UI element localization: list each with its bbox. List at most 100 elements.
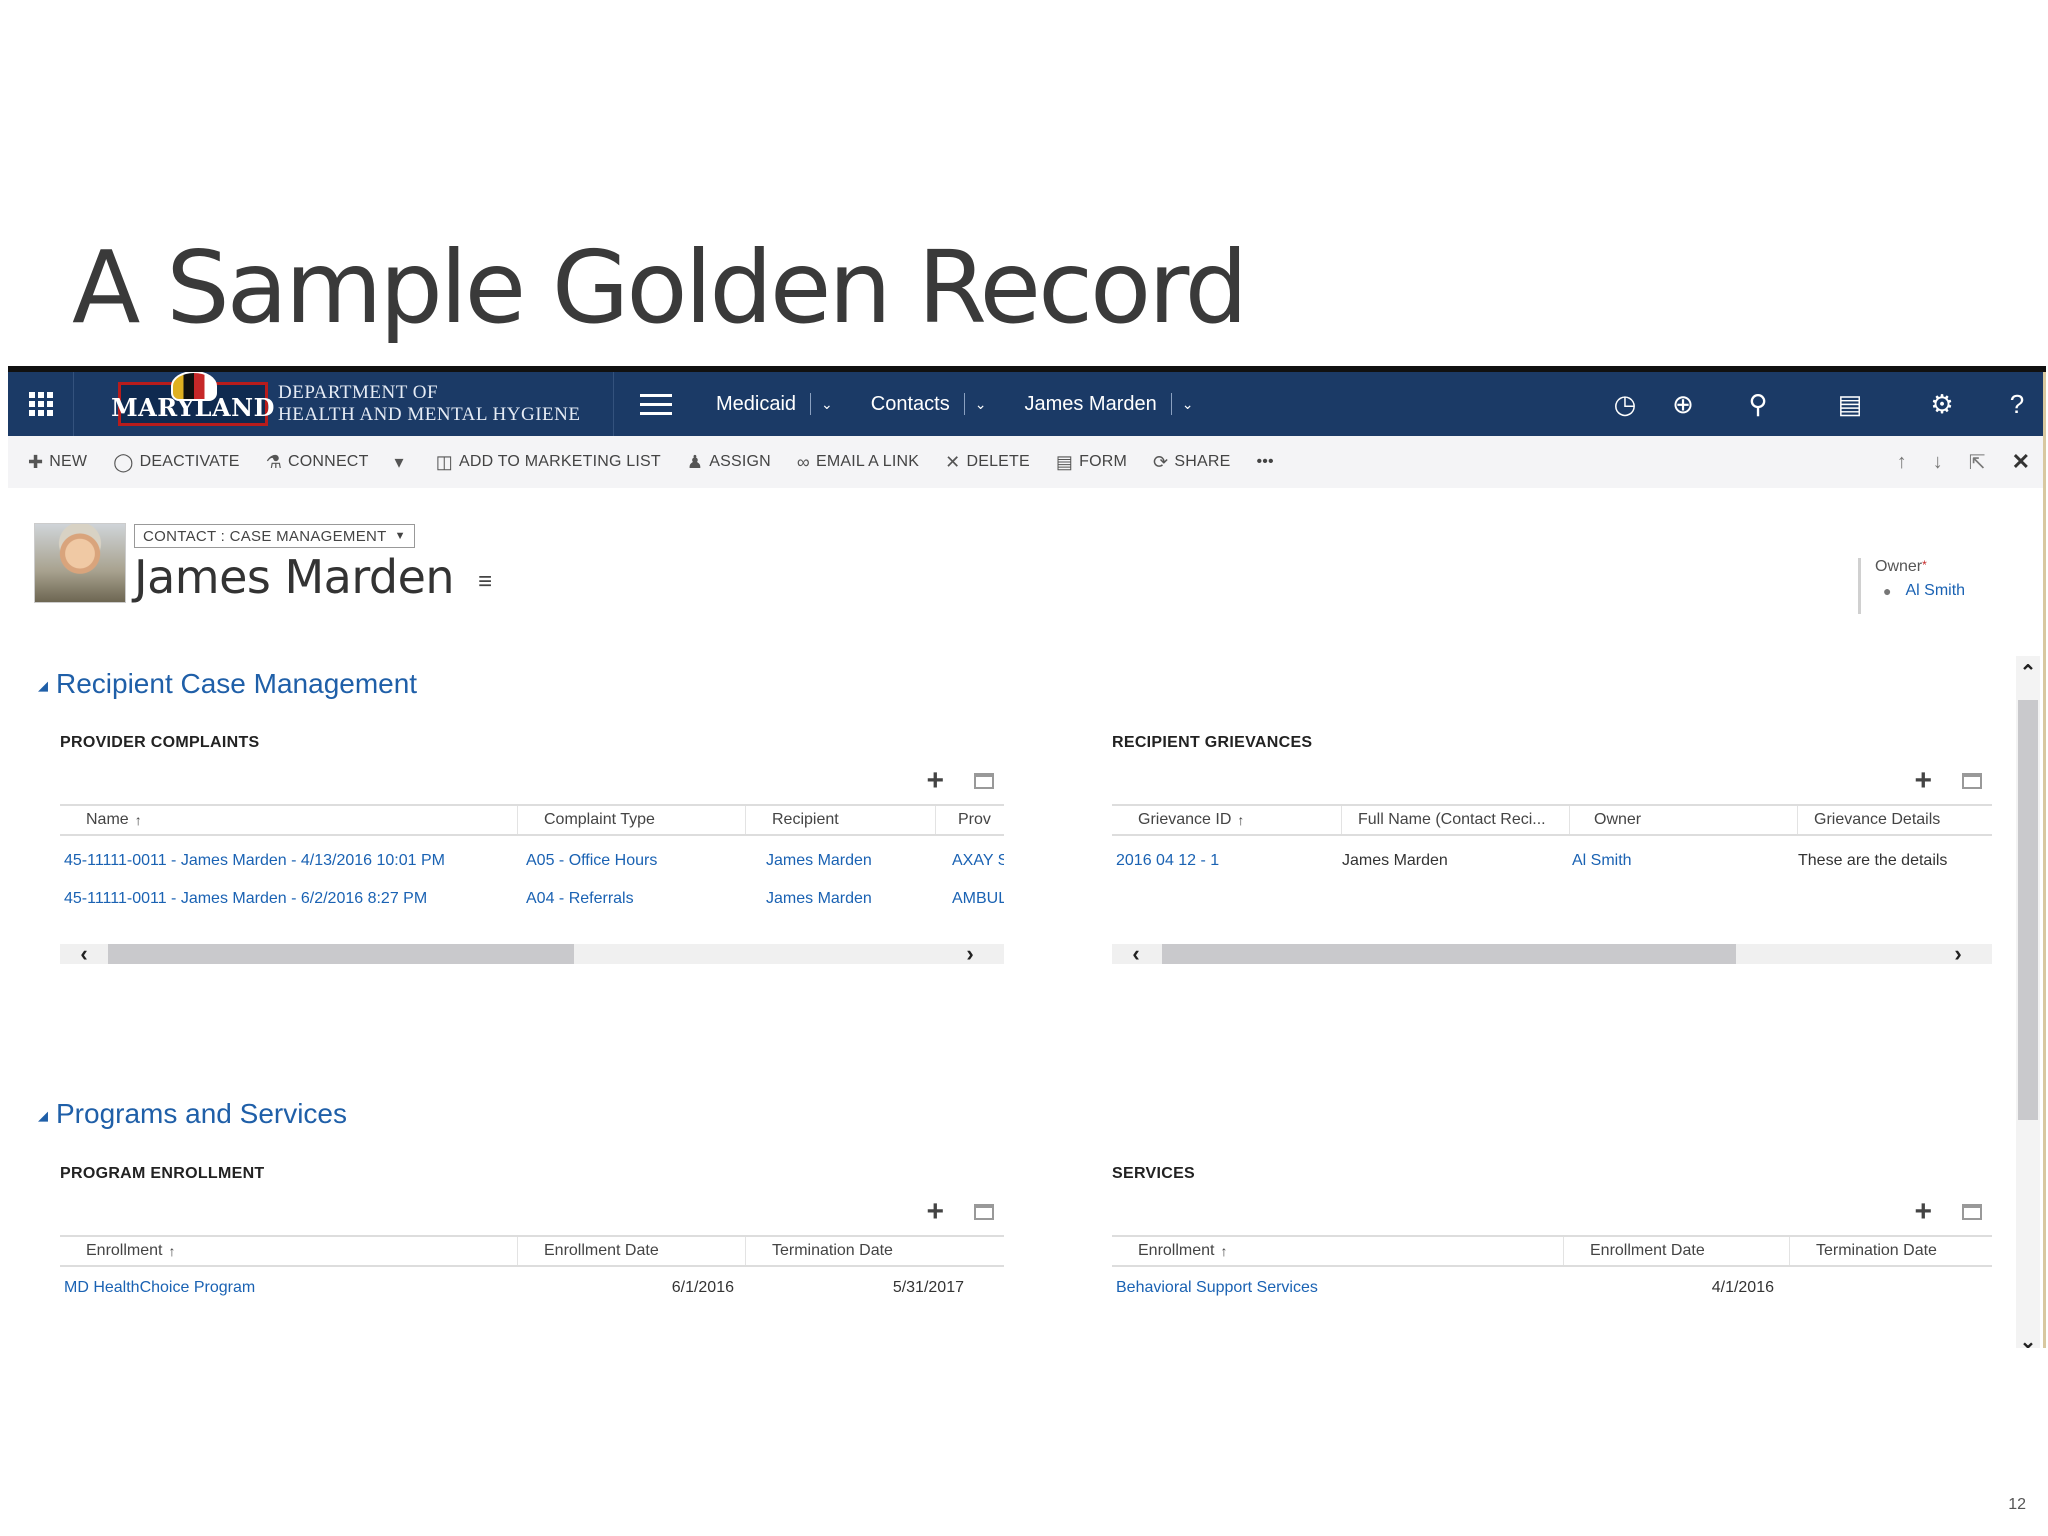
avatar[interactable] xyxy=(34,523,126,603)
sort-ascending-icon: ↑ xyxy=(1237,812,1245,828)
add-record-icon[interactable]: + xyxy=(1914,766,1932,796)
advanced-find-icon[interactable]: ▤ xyxy=(1804,372,1896,436)
view-records-icon[interactable] xyxy=(974,1204,994,1220)
chevron-down-icon[interactable]: ⌄ xyxy=(2016,1329,2040,1348)
chevron-left-icon[interactable]: ‹ xyxy=(1112,943,1160,965)
add-icon[interactable]: ⊕ xyxy=(1654,372,1712,436)
grid-title: PROVIDER COMPLAINTS xyxy=(60,734,260,751)
history-icon[interactable]: ◷ xyxy=(1596,372,1654,436)
chevron-up-icon[interactable]: ⌃ xyxy=(2016,660,2040,685)
horizontal-scrollbar[interactable]: ‹ › xyxy=(60,943,1004,965)
column-provider[interactable]: Prov xyxy=(936,806,1004,834)
search-icon[interactable]: ⚲ xyxy=(1712,372,1804,436)
chevron-down-icon[interactable]: ⌄ xyxy=(821,396,833,413)
add-to-marketing-list-button[interactable]: ◫ ADD TO MARKETING LIST xyxy=(436,452,661,473)
help-icon[interactable]: ? xyxy=(1988,372,2046,436)
app-launcher-button[interactable] xyxy=(8,372,74,436)
assign-button[interactable]: ♟ ASSIGN xyxy=(687,452,771,473)
table-cell-link[interactable]: Al Smith xyxy=(1568,852,1794,870)
more-commands-button[interactable]: ••• xyxy=(1256,453,1273,471)
deactivate-button[interactable]: ◯ DEACTIVATE xyxy=(113,452,239,473)
table-row[interactable]: Behavioral Support Services 4/1/2016 xyxy=(1112,1269,1992,1307)
column-grievance-details[interactable]: Grievance Details xyxy=(1798,806,1992,834)
table-cell-link[interactable]: AMBUL xyxy=(932,890,1004,908)
table-cell-link[interactable]: 45-11111-0011 - James Marden - 6/2/2016 … xyxy=(60,890,514,908)
marketing-list-icon: ◫ xyxy=(435,451,454,472)
column-full-name[interactable]: Full Name (Contact Reci... xyxy=(1342,806,1570,834)
close-icon[interactable]: ✕ xyxy=(2012,449,2030,475)
column-termination-date[interactable]: Termination Date xyxy=(1790,1237,1992,1265)
column-recipient[interactable]: Recipient xyxy=(746,806,936,834)
table-cell-link[interactable]: MD HealthChoice Program xyxy=(60,1279,514,1297)
breadcrumb: Medicaid ⌄ Contacts ⌄ James Marden ⌄ xyxy=(698,372,1207,436)
form-button[interactable]: ▤ FORM xyxy=(1056,452,1127,473)
view-records-icon[interactable] xyxy=(1962,1204,1982,1220)
table-cell-link[interactable]: 2016 04 12 - 1 xyxy=(1112,852,1338,870)
breadcrumb-record[interactable]: James Marden xyxy=(1024,393,1156,416)
breadcrumb-contacts[interactable]: Contacts xyxy=(871,393,950,416)
user-icon: ● xyxy=(1883,583,1892,599)
column-enrollment-date[interactable]: Enrollment Date xyxy=(1564,1237,1790,1265)
record-title: James Marden xyxy=(134,550,455,604)
view-records-icon[interactable] xyxy=(1962,773,1982,789)
section-recipient-case-management[interactable]: ◢ Recipient Case Management xyxy=(38,668,417,700)
connect-dropdown[interactable]: ▾ xyxy=(395,452,410,473)
table-cell-link[interactable]: AXAY S xyxy=(932,852,1004,870)
connect-button[interactable]: ⚗ CONNECT xyxy=(266,452,369,473)
column-name[interactable]: Name ↑ xyxy=(60,806,518,834)
column-enrollment-date[interactable]: Enrollment Date xyxy=(518,1237,746,1265)
table-cell-link[interactable]: James Marden xyxy=(742,890,932,908)
share-button[interactable]: ⟳ SHARE xyxy=(1153,452,1230,473)
column-owner[interactable]: Owner xyxy=(1570,806,1798,834)
table-row[interactable]: 45-11111-0011 - James Marden - 4/13/2016… xyxy=(60,842,1004,880)
table-cell-link[interactable]: A05 - Office Hours xyxy=(514,852,742,870)
chevron-left-icon[interactable]: ‹ xyxy=(60,943,108,965)
table-cell-link[interactable]: 45-11111-0011 - James Marden - 4/13/2016… xyxy=(60,852,514,870)
scrollbar-thumb[interactable] xyxy=(2018,700,2038,1120)
command-bar: ✚ NEW ◯ DEACTIVATE ⚗ CONNECT ▾ ◫ ADD TO MARK… xyxy=(8,436,2046,488)
arrow-up-icon[interactable]: ↑ xyxy=(1897,451,1907,474)
new-button[interactable]: ✚ NEW xyxy=(28,452,87,473)
form-selector[interactable]: CONTACT : CASE MANAGEMENT ▼ xyxy=(134,524,415,548)
view-records-icon[interactable] xyxy=(974,773,994,789)
share-icon: ⟳ xyxy=(1153,451,1169,472)
add-record-icon[interactable]: + xyxy=(1914,1197,1932,1227)
column-complaint-type[interactable]: Complaint Type xyxy=(518,806,746,834)
grid-title: RECIPIENT GRIEVANCES xyxy=(1112,734,1313,751)
table-row[interactable]: MD HealthChoice Program 6/1/2016 5/31/20… xyxy=(60,1269,1004,1307)
horizontal-scrollbar[interactable]: ‹ › xyxy=(1112,943,1992,965)
column-termination-date[interactable]: Termination Date xyxy=(746,1237,976,1265)
table-cell-link[interactable]: A04 - Referrals xyxy=(514,890,742,908)
chevron-right-icon[interactable]: › xyxy=(1934,943,1982,965)
section-programs-and-services[interactable]: ◢ Programs and Services xyxy=(38,1098,347,1130)
provider-complaints-grid: PROVIDER COMPLAINTS + Name ↑ Complaint Ty… xyxy=(60,734,1004,965)
scrollbar-thumb[interactable] xyxy=(1162,944,1736,964)
table-row[interactable]: 2016 04 12 - 1 James Marden Al Smith The… xyxy=(1112,842,1992,880)
grid-actions: + xyxy=(1914,1197,1982,1227)
delete-button[interactable]: ✕ DELETE xyxy=(945,452,1030,473)
agency-logo[interactable]: MARYLAND DEPARTMENT OF HEALTH AND MENTAL… xyxy=(74,372,614,436)
owner-value[interactable]: ● Al Smith xyxy=(1875,582,1965,600)
add-record-icon[interactable]: + xyxy=(926,766,944,796)
grid-title: PROGRAM ENROLLMENT xyxy=(60,1165,265,1182)
scrollbar-thumb[interactable] xyxy=(108,944,574,964)
chevron-down-icon[interactable]: ⌄ xyxy=(1182,396,1194,413)
chevron-right-icon[interactable]: › xyxy=(946,943,994,965)
column-grievance-id[interactable]: Grievance ID ↑ xyxy=(1112,806,1342,834)
email-a-link-button[interactable]: ∞ EMAIL A LINK xyxy=(797,452,919,473)
column-enrollment[interactable]: Enrollment ↑ xyxy=(1112,1237,1564,1265)
chevron-down-icon[interactable]: ⌄ xyxy=(975,396,987,413)
vertical-scrollbar[interactable]: ⌃ ⌄ xyxy=(2016,656,2040,1348)
table-cell-link[interactable]: James Marden xyxy=(742,852,932,870)
gear-icon[interactable]: ⚙ xyxy=(1896,372,1988,436)
breadcrumb-medicaid[interactable]: Medicaid xyxy=(716,393,796,416)
hamburger-icon[interactable] xyxy=(614,372,698,436)
collapse-triangle-icon: ◢ xyxy=(38,1107,48,1123)
add-record-icon[interactable]: + xyxy=(926,1197,944,1227)
table-row[interactable]: 45-11111-0011 - James Marden - 6/2/2016 … xyxy=(60,880,1004,918)
pop-out-icon[interactable]: ⇱ xyxy=(1969,450,1986,475)
column-enrollment[interactable]: Enrollment ↑ xyxy=(60,1237,518,1265)
record-menu-icon[interactable]: ≡ xyxy=(478,568,492,596)
arrow-down-icon[interactable]: ↓ xyxy=(1933,451,1943,474)
table-cell-link[interactable]: Behavioral Support Services xyxy=(1112,1279,1560,1297)
